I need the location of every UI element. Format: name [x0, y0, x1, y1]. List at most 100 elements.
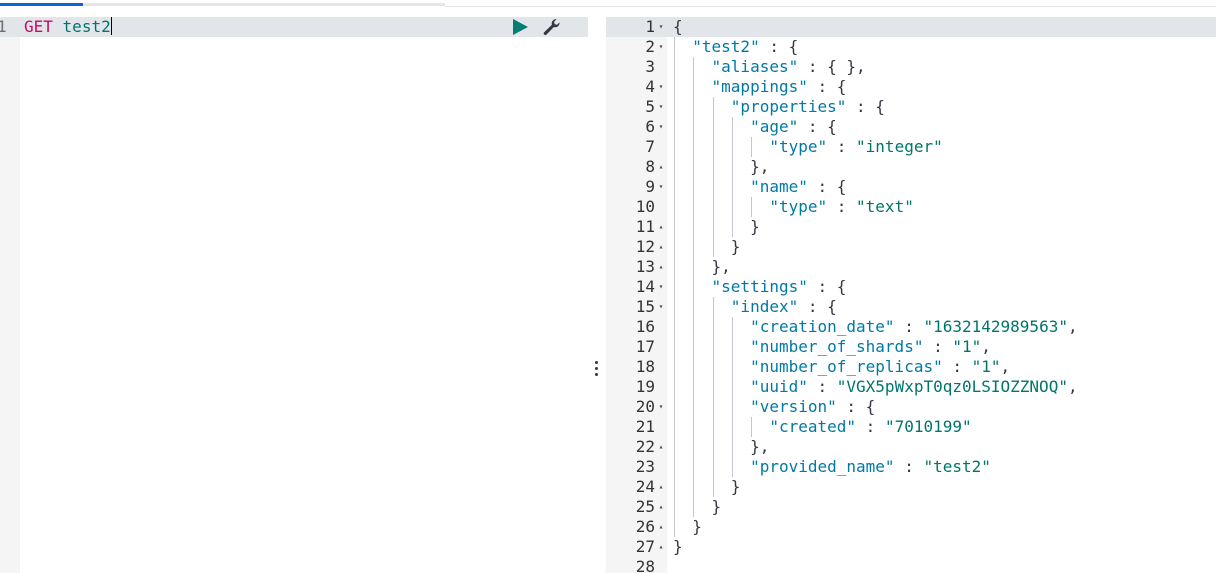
fold-arrow-up-icon[interactable]: ▴: [656, 217, 666, 237]
fold-arrow-up-icon[interactable]: ▴: [656, 257, 666, 277]
response-code[interactable]: { "test2" : { "aliases" : { }, "mappings…: [673, 17, 1213, 573]
json-line: "version" : {: [673, 397, 1213, 417]
json-line: "properties" : {: [673, 97, 1213, 117]
pane-splitter[interactable]: [588, 17, 606, 573]
fold-arrow-up-icon[interactable]: ▴: [656, 437, 666, 457]
json-line: }: [673, 517, 1213, 537]
request-code[interactable]: GET test2: [24, 17, 112, 37]
line-number: 22: [635, 437, 655, 456]
fold-arrow-up-icon[interactable]: ▴: [656, 157, 666, 177]
fold-arrow-down-icon[interactable]: ▾: [656, 77, 666, 97]
json-punctuation: }: [730, 237, 741, 256]
json-punctuation: ,: [1067, 377, 1078, 396]
json-punctuation: }: [750, 217, 760, 236]
json-punctuation: : {: [759, 37, 799, 56]
fold-arrow-up-icon[interactable]: ▴: [656, 237, 666, 257]
json-line: "aliases" : { },: [673, 57, 1213, 77]
line-number: 25: [635, 497, 655, 516]
fold-arrow-up-icon[interactable]: ▴: [656, 537, 666, 557]
json-punctuation: }: [711, 497, 722, 516]
line-number: 26: [635, 517, 655, 536]
json-key: "type": [769, 137, 828, 156]
json-string: "integer": [856, 137, 943, 156]
json-line: "provided_name" : "test2": [673, 457, 1213, 477]
fold-arrow-down-icon[interactable]: ▾: [656, 397, 666, 417]
json-line: },: [673, 437, 1213, 457]
fold-arrow-down-icon[interactable]: ▾: [656, 177, 666, 197]
json-key: "created": [769, 417, 857, 436]
top-divider: [445, 6, 1216, 7]
json-string: "1632142989563": [923, 317, 1068, 336]
fold-arrow-down-icon[interactable]: ▾: [656, 17, 666, 37]
json-string: "test2": [923, 457, 991, 476]
line-number-row: 22 ▴: [606, 437, 667, 457]
json-line: "uuid" : "VGX5pWxpT0qz0LSIOZZNOQ",: [673, 377, 1213, 397]
send-request-button[interactable]: [512, 19, 528, 35]
json-string: "1": [971, 357, 1001, 376]
fold-arrow-up-icon[interactable]: ▴: [656, 497, 666, 517]
line-number-row: 26 ▴: [606, 517, 667, 537]
json-punctuation: ,: [1067, 317, 1078, 336]
line-number: 19: [635, 377, 655, 396]
json-line: "number_of_shards" : "1",: [673, 337, 1213, 357]
json-punctuation: : {: [798, 117, 837, 136]
json-key: "version": [750, 397, 837, 416]
json-key: "index": [730, 297, 799, 316]
indent-guide: [731, 317, 733, 477]
json-line: "number_of_replicas" : "1",: [673, 357, 1213, 377]
fold-arrow-up-icon[interactable]: ▴: [656, 517, 666, 537]
json-string: "text": [856, 197, 914, 216]
line-number: 11: [635, 217, 655, 236]
json-key: "creation_date": [750, 317, 895, 336]
json-line: "index" : {: [673, 297, 1213, 317]
fold-arrow-down-icon[interactable]: ▾: [656, 297, 666, 317]
line-number-row: 18: [606, 357, 667, 377]
request-active-line[interactable]: 1 GET test2: [0, 17, 588, 37]
line-number: 5: [645, 97, 655, 116]
active-tab-indicator[interactable]: [0, 3, 83, 6]
json-key: "name": [750, 177, 808, 196]
line-number: 1: [645, 17, 655, 36]
line-number-row: 14 ▾: [606, 277, 667, 297]
top-tab-bar: [0, 0, 1216, 7]
json-punctuation: {: [673, 17, 683, 36]
fold-arrow-up-icon[interactable]: ▴: [656, 477, 666, 497]
json-line: "created" : "7010199": [673, 417, 1213, 437]
json-punctuation: :: [827, 197, 857, 216]
json-punctuation: }: [673, 537, 683, 556]
json-punctuation: ,: [1000, 357, 1011, 376]
json-string: "7010199": [884, 417, 972, 436]
request-path: test2: [62, 17, 111, 36]
json-key: "aliases": [711, 57, 799, 76]
line-number: 18: [635, 357, 655, 376]
line-number: 21: [635, 417, 655, 436]
json-punctuation: :: [894, 317, 924, 336]
fold-arrow-down-icon[interactable]: ▾: [656, 37, 666, 57]
json-line: "test2" : {: [673, 37, 1213, 57]
line-number-row: 27 ▴: [606, 537, 667, 557]
json-punctuation: : { },: [798, 57, 866, 76]
fold-arrow-down-icon[interactable]: ▾: [656, 117, 666, 137]
line-number-row: 1 ▾: [606, 17, 667, 37]
response-line-numbers: 1 ▾ 2 ▾ 3 4 ▾ 5 ▾ 6 ▾ 7 8 ▴ 9 ▾ 10 11 ▴ 12 ▴ 13 ▴ 14 ▾ 15 ▾ 16 17 18 1…: [606, 17, 667, 573]
fold-arrow-down-icon[interactable]: ▾: [656, 277, 666, 297]
line-number-row: 15 ▾: [606, 297, 667, 317]
response-viewer[interactable]: 1 ▾ 2 ▾ 3 4 ▾ 5 ▾ 6 ▾ 7 8 ▴ 9 ▾ 10 11 ▴ 12 ▴ 13 ▴ 14 ▾ 15 ▾ 16 17 18 1…: [606, 17, 1216, 573]
indent-guide: [674, 37, 675, 537]
json-line: "settings" : {: [673, 277, 1213, 297]
line-number: 17: [635, 337, 655, 356]
request-editor[interactable]: 1 GET test2: [0, 17, 588, 573]
text-caret: [110, 17, 112, 35]
json-key: "test2": [692, 37, 760, 56]
indent-guide: [751, 197, 753, 217]
json-punctuation: : {: [807, 277, 847, 296]
json-punctuation: : {: [846, 97, 885, 116]
settings-button[interactable]: [542, 18, 562, 36]
fold-arrow-down-icon[interactable]: ▾: [656, 97, 666, 117]
json-line: "age" : {: [673, 117, 1213, 137]
line-number-row: 5 ▾: [606, 97, 667, 117]
json-string: "VGX5pWxpT0qz0LSIOZZNOQ": [836, 377, 1068, 396]
vertical-ellipsis-icon[interactable]: [594, 358, 600, 378]
request-editor-body[interactable]: [20, 37, 588, 573]
line-number: 8: [645, 157, 655, 176]
